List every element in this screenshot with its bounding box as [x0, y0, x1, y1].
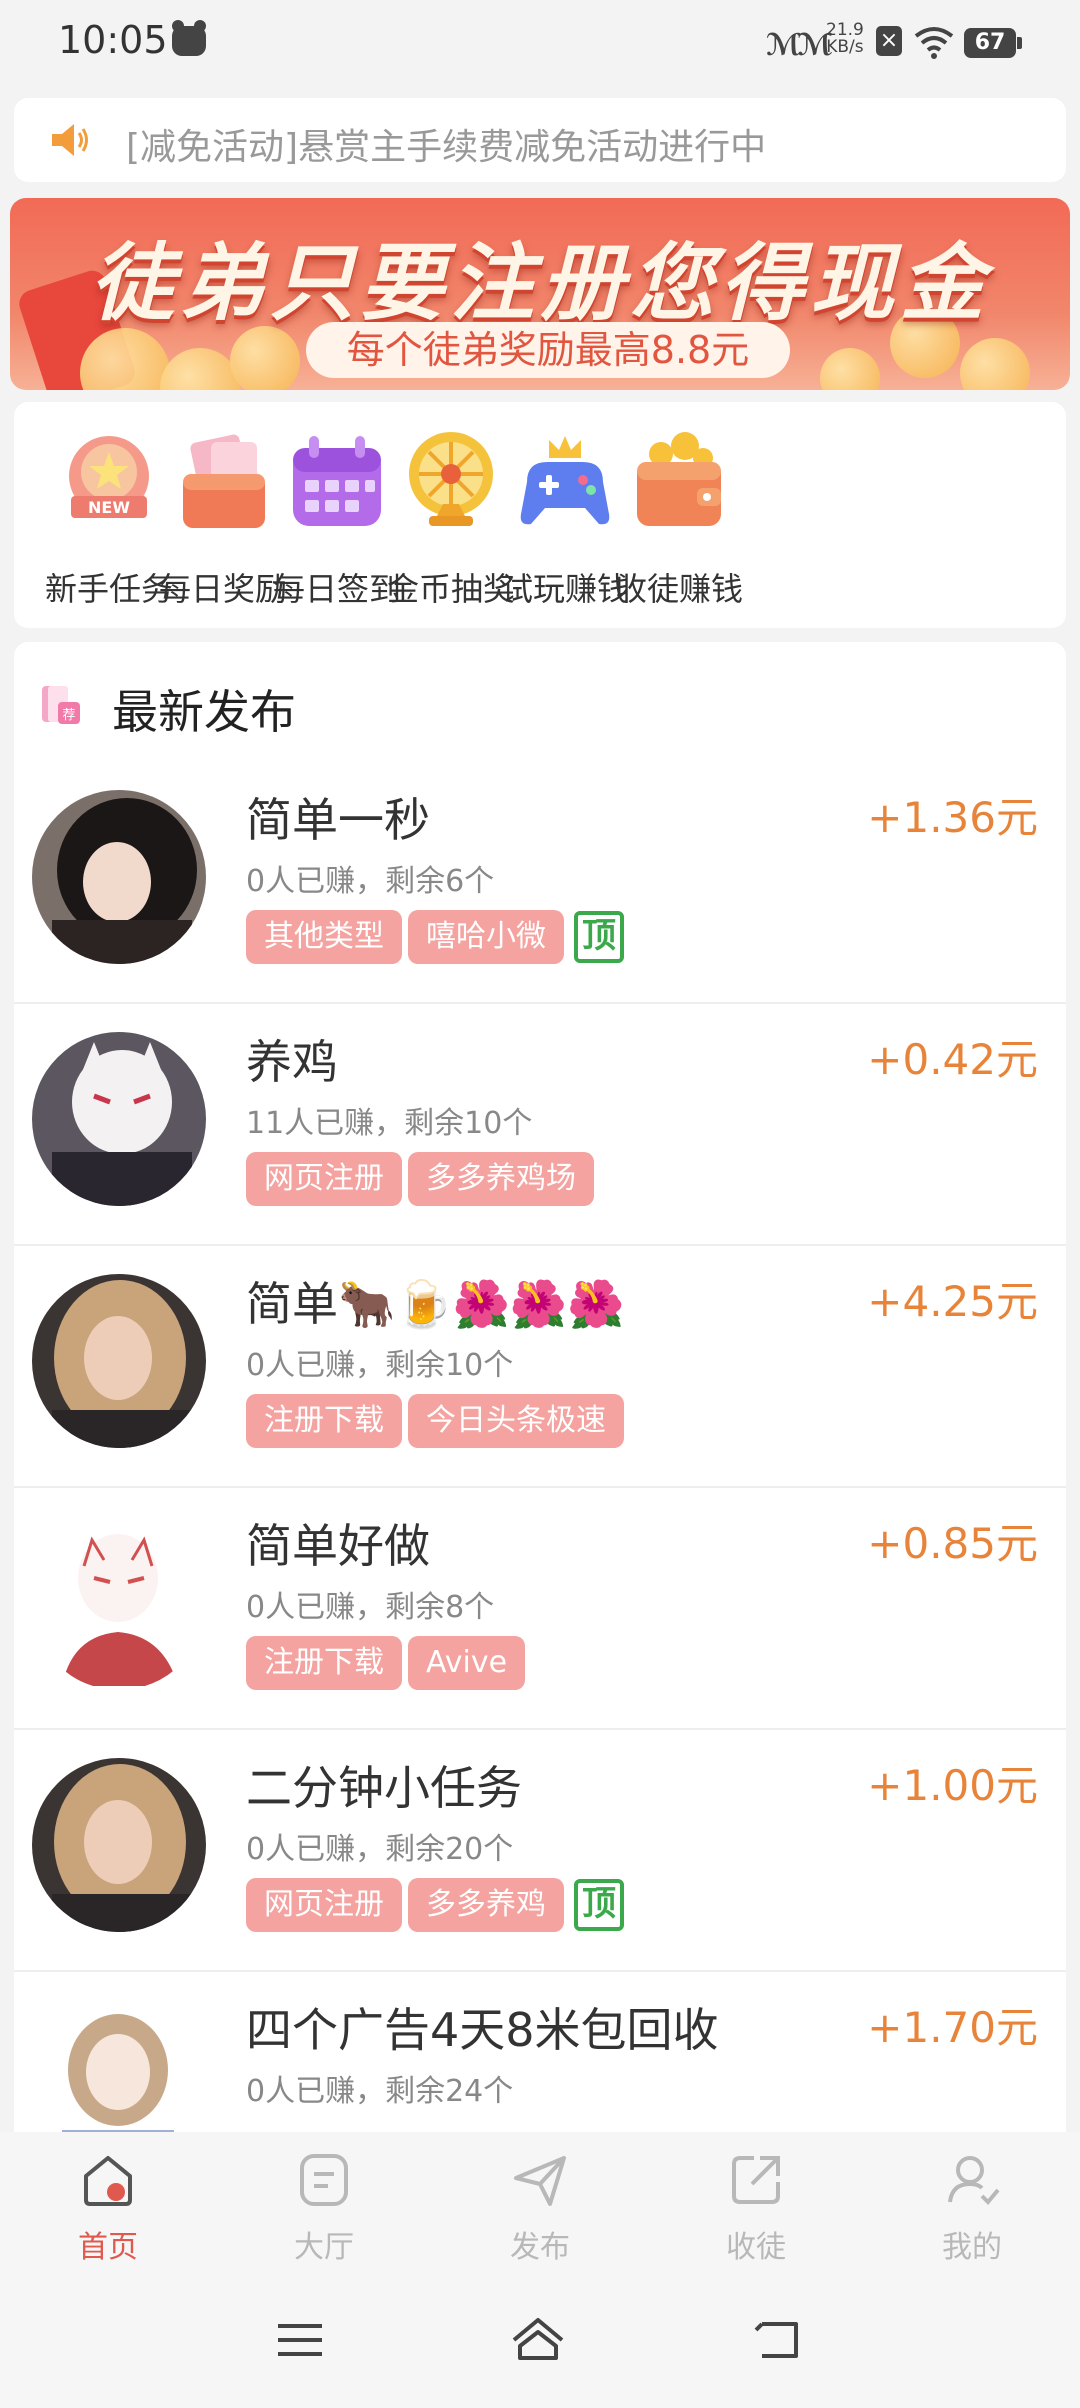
back-icon[interactable] — [748, 2312, 808, 2368]
task-title: 二分钟小任务 — [246, 1761, 522, 1815]
latest-section: 荐 最新发布 简单一秒 0人已赚，剩余6个 +1.36元 其他类型 嘻哈小微 顶 — [14, 642, 1066, 2132]
task-tags: 注册下载 今日头条极速 — [246, 1394, 624, 1448]
net-speed: 21.9 KB/s — [826, 22, 864, 56]
avatar — [32, 2000, 206, 2132]
bear-app-icon — [172, 20, 206, 56]
task-title: 养鸡 — [246, 1035, 338, 1089]
task-tag: 其他类型 — [246, 910, 402, 964]
home-button-icon[interactable] — [508, 2312, 568, 2368]
nav-publish[interactable]: 发布 — [460, 2150, 620, 2270]
latest-header: 荐 最新发布 — [14, 642, 1066, 762]
coin-decor — [960, 338, 1030, 390]
battery-icon: 67 — [964, 28, 1022, 58]
share-icon — [732, 2156, 780, 2204]
wallet-icon — [637, 432, 721, 526]
task-price: +0.42元 — [867, 1035, 1038, 1084]
task-title: 四个广告4天8米包回收 — [246, 2003, 719, 2057]
nav-label: 发布 — [510, 2230, 570, 2265]
coin-decor — [160, 348, 240, 390]
sim-off-icon: × — [876, 26, 902, 56]
menu-icon[interactable] — [270, 2312, 330, 2368]
notice-bar[interactable]: [减免活动]悬赏主手续费减免活动进行中 — [14, 98, 1066, 182]
net-speed-unit: KB/s — [826, 37, 864, 57]
notice-text: [减免活动]悬赏主手续费减免活动进行中 — [126, 127, 767, 168]
task-tags: 其他类型 嘻哈小微 顶 — [246, 910, 624, 964]
task-tag: 注册下载 — [246, 1394, 402, 1448]
task-row[interactable]: 二分钟小任务 0人已赚，剩余20个 +1.00元 网页注册 多多养鸡 顶 — [14, 1730, 1066, 1972]
task-row[interactable]: 四个广告4天8米包回收 0人已赚，剩余24个 +1.70元 — [14, 1972, 1066, 2132]
speaker-icon — [52, 124, 88, 156]
nav-mine[interactable]: 我的 — [892, 2150, 1052, 2270]
wifi-icon — [914, 27, 954, 59]
bottom-nav: 首页 大厅 发布 收徒 我的 — [0, 2132, 1080, 2272]
avatar — [32, 790, 206, 964]
coin-decor — [820, 348, 880, 390]
avatar — [32, 1274, 206, 1448]
nav-label: 我的 — [942, 2230, 1002, 2265]
task-row[interactable]: 简单一秒 0人已赚，剩余6个 +1.36元 其他类型 嘻哈小微 顶 — [14, 762, 1066, 1004]
system-nav-bar — [0, 2272, 1080, 2408]
nav-label: 首页 — [78, 2230, 138, 2265]
task-row[interactable]: 养鸡 11人已赚，剩余10个 +0.42元 网页注册 多多养鸡场 — [14, 1004, 1066, 1246]
task-meta: 0人已赚，剩余24个 — [246, 2074, 514, 2109]
status-bar: 10:05 ℳℳ 21.9 KB/s × 67 — [0, 0, 1080, 84]
quick-menu: NEW 新手任务 每日奖励 每日签到 金币抽奖 试玩赚钱 收徒赚钱 — [14, 402, 1066, 628]
task-meta: 0人已赚，剩余8个 — [246, 1590, 495, 1625]
task-tag: 今日头条极速 — [408, 1394, 624, 1448]
task-tag: 多多养鸡场 — [408, 1152, 594, 1206]
top-badge: 顶 — [574, 911, 624, 963]
task-tag: 嘻哈小微 — [408, 910, 564, 964]
task-price: +1.36元 — [867, 793, 1038, 842]
list-icon — [300, 2154, 348, 2206]
task-tags: 网页注册 多多养鸡场 — [246, 1152, 594, 1206]
task-price: +4.25元 — [867, 1277, 1038, 1326]
status-time: 10:05 — [58, 18, 168, 62]
nav-hall[interactable]: 大厅 — [244, 2150, 404, 2270]
task-meta: 0人已赚，剩余6个 — [246, 864, 495, 899]
task-title: 简单🐂🍺🌺🌺🌺 — [246, 1277, 625, 1331]
task-price: +0.85元 — [867, 1519, 1038, 1568]
user-icon — [948, 2156, 1000, 2205]
task-price: +1.70元 — [867, 2003, 1038, 2052]
task-tag: Avive — [408, 1636, 526, 1690]
task-title: 简单一秒 — [246, 793, 430, 847]
signal-icon: ℳℳ — [766, 28, 833, 63]
quick-item-recruit-earn[interactable]: 收徒赚钱 — [594, 428, 764, 618]
task-tag: 多多养鸡 — [408, 1878, 564, 1932]
task-tags: 注册下载 Avive — [246, 1636, 526, 1690]
nav-recruit[interactable]: 收徒 — [676, 2150, 836, 2270]
task-tag: 网页注册 — [246, 1878, 402, 1932]
home-icon — [84, 2156, 132, 2206]
task-tag: 网页注册 — [246, 1152, 402, 1206]
quick-label: 收徒赚钱 — [614, 570, 743, 608]
task-meta: 0人已赚，剩余10个 — [246, 1348, 514, 1383]
task-row[interactable]: 简单🐂🍺🌺🌺🌺 0人已赚，剩余10个 +4.25元 注册下载 今日头条极速 — [14, 1246, 1066, 1488]
latest-title: 最新发布 — [112, 685, 296, 739]
banner-subtitle: 每个徒弟奖励最高8.8元 — [306, 322, 790, 378]
task-tag: 注册下载 — [246, 1636, 402, 1690]
banner-title: 徒弟只要注册您得现金 — [89, 234, 990, 332]
send-icon — [514, 2156, 566, 2206]
task-title: 简单好做 — [246, 1519, 430, 1573]
task-meta: 11人已赚，剩余10个 — [246, 1106, 533, 1141]
avatar — [32, 1758, 206, 1932]
top-badge: 顶 — [574, 1879, 624, 1931]
invite-banner[interactable]: 徒弟只要注册您得现金 每个徒弟奖励最高8.8元 — [10, 198, 1070, 390]
task-meta: 0人已赚，剩余20个 — [246, 1832, 514, 1867]
svg-text:荐: 荐 — [62, 708, 75, 723]
svg-text:NEW: NEW — [88, 498, 130, 517]
avatar — [32, 1516, 206, 1690]
task-row[interactable]: 简单好做 0人已赚，剩余8个 +0.85元 注册下载 Avive — [14, 1488, 1066, 1730]
nav-label: 收徒 — [726, 2230, 786, 2265]
task-price: +1.00元 — [867, 1761, 1038, 1810]
avatar — [32, 1032, 206, 1206]
nav-label: 大厅 — [294, 2230, 354, 2265]
task-tags: 网页注册 多多养鸡 顶 — [246, 1878, 624, 1932]
nav-home[interactable]: 首页 — [28, 2150, 188, 2270]
book-icon: 荐 — [42, 686, 80, 724]
